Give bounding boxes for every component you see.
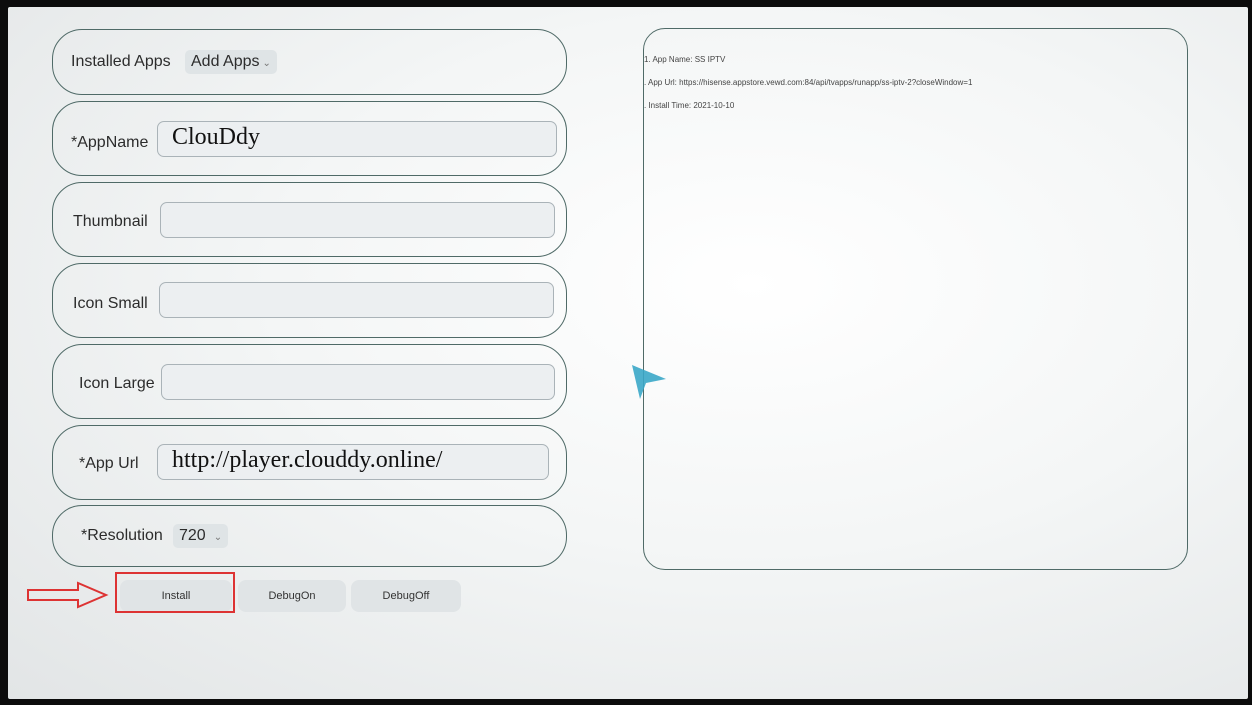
cursor-pointer-icon (632, 365, 666, 399)
icon-large-input[interactable] (161, 364, 555, 400)
icon-small-label: Icon Small (73, 295, 148, 312)
thumbnail-card: Thumbnail (52, 182, 567, 257)
app-url-value: http://player.clouddy.online/ (172, 447, 443, 473)
debug-off-button[interactable]: DebugOff (351, 580, 461, 612)
installed-apps-label: Installed Apps (71, 53, 171, 70)
icon-large-card: Icon Large (52, 344, 567, 419)
resolution-card: *Resolution 720 ⌄ (52, 505, 567, 567)
icon-small-input[interactable] (159, 282, 554, 318)
install-log-panel: 1. App Name: SS IPTV . App Url: https://… (643, 28, 1188, 570)
appname-input[interactable]: ClouDdy (157, 121, 557, 157)
log-line: . Install Time: 2021-10-10 (644, 101, 735, 110)
appname-value: ClouDdy (172, 124, 261, 150)
add-apps-value: Add Apps (191, 53, 260, 70)
resolution-select[interactable]: 720 ⌄ (173, 524, 229, 548)
resolution-value: 720 (179, 527, 206, 544)
thumbnail-input[interactable] (160, 202, 555, 238)
log-line: . App Url: https://hisense.appstore.vewd… (644, 78, 973, 87)
chevron-down-icon: ⌄ (262, 58, 271, 69)
appname-card: *AppName ClouDdy (52, 101, 567, 176)
chevron-down-icon: ⌄ (213, 532, 223, 543)
app-url-input[interactable]: http://player.clouddy.online/ (157, 444, 549, 480)
icon-large-label: Icon Large (79, 375, 155, 392)
debug-on-button[interactable]: DebugOn (238, 580, 346, 612)
appname-label: *AppName (71, 134, 149, 151)
installed-apps-card: Installed Apps Add Apps ⌄ (52, 29, 567, 95)
app-url-card: *App Url http://player.clouddy.online/ (52, 425, 567, 500)
log-line: 1. App Name: SS IPTV (644, 55, 726, 64)
red-arrow-icon (27, 581, 109, 609)
icon-small-card: Icon Small (52, 263, 567, 338)
add-apps-select[interactable]: Add Apps ⌄ (185, 50, 277, 74)
resolution-label: *Resolution (81, 527, 163, 544)
thumbnail-label: Thumbnail (73, 213, 148, 230)
app-url-label: *App Url (79, 455, 139, 472)
install-highlight-box (115, 572, 235, 613)
